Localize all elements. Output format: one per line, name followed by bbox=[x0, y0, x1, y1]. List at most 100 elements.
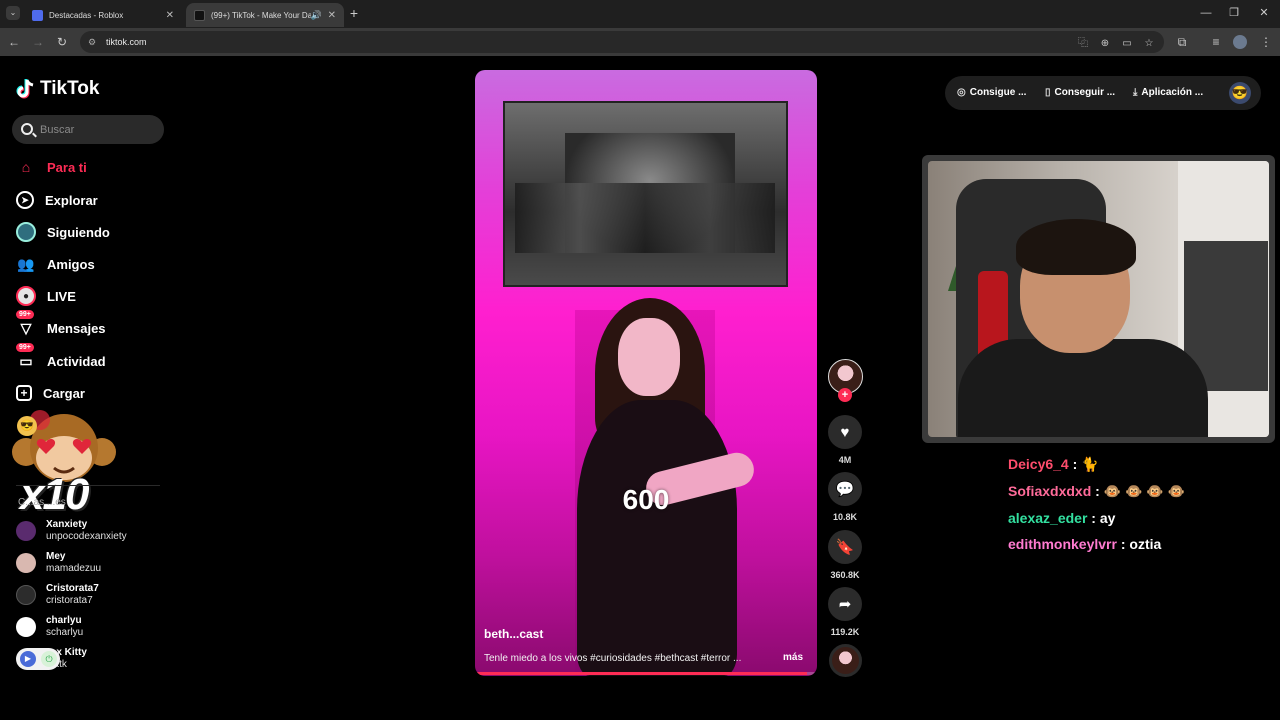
avatar bbox=[16, 585, 36, 605]
video-progress-fill bbox=[475, 672, 807, 675]
floating-widget[interactable]: ▶ ⏻ bbox=[16, 648, 60, 670]
chat-user: alexaz_eder bbox=[1008, 510, 1088, 526]
coin-icon: ◎ bbox=[957, 87, 966, 98]
music-disc-avatar[interactable] bbox=[829, 644, 862, 677]
sidebar-divider bbox=[16, 485, 160, 486]
save-button[interactable]: 🔖 bbox=[828, 530, 862, 564]
nav-label: LIVE bbox=[47, 288, 76, 304]
account-item[interactable]: Mey mamadezuu bbox=[16, 550, 101, 576]
back-icon[interactable]: ← bbox=[6, 34, 22, 50]
more-link[interactable]: más bbox=[783, 652, 803, 663]
like-button[interactable]: ♥ bbox=[828, 415, 862, 449]
chat-message: edithmonkeylvrr : oztia bbox=[1008, 536, 1162, 552]
plus-icon[interactable]: + bbox=[346, 4, 362, 22]
avatar bbox=[16, 617, 36, 637]
address-field[interactable]: ⚙ tiktok.com ⿻ ⊕ ▭ ☆ bbox=[80, 31, 1164, 53]
nav-actividad[interactable]: ▭ 99+ Actividad bbox=[16, 343, 106, 372]
webcam-overlay bbox=[922, 155, 1275, 443]
save-count: 360.8K bbox=[830, 570, 860, 580]
action-label: Aplicación ... bbox=[1141, 87, 1204, 98]
chat-user: Sofiaxdxdxd bbox=[1008, 483, 1092, 499]
nav-explorar[interactable]: ➤ Explorar bbox=[16, 189, 98, 211]
close-icon[interactable]: ✕ bbox=[1256, 5, 1272, 21]
person-face bbox=[618, 318, 680, 396]
tab-title: Destacadas - Roblox bbox=[49, 10, 124, 20]
forward-icon[interactable]: → bbox=[30, 34, 46, 50]
download-app-button[interactable]: ⤓ Aplicación ... bbox=[1133, 87, 1203, 98]
messages-icon: ▽ 99+ bbox=[16, 310, 36, 338]
share-icon: ➦ bbox=[838, 596, 852, 613]
tiktok-favicon-icon bbox=[194, 9, 205, 21]
video-progress-bar[interactable] bbox=[475, 672, 817, 675]
close-tab-icon[interactable]: ✕ bbox=[166, 10, 174, 21]
menu-icon[interactable]: ⋮ bbox=[1258, 34, 1274, 50]
account-handle: mamadezuu bbox=[46, 563, 102, 574]
download-icon: ⤓ bbox=[1133, 87, 1138, 98]
browser-tab-bar: ⌄ Destacadas - Roblox ✕ (99+) TikTok - M… bbox=[0, 0, 1280, 28]
share-button[interactable]: ➦ bbox=[828, 587, 862, 621]
tiktok-logo[interactable]: TikTok bbox=[16, 78, 99, 100]
nav-label: Actividad bbox=[47, 353, 106, 369]
nav-mensajes[interactable]: ▽ 99+ Mensajes bbox=[16, 310, 106, 339]
friends-icon: 👥 bbox=[17, 255, 35, 272]
bookmark-icon: 🔖 bbox=[835, 539, 855, 556]
profile-avatar[interactable]: 😎 bbox=[1229, 82, 1251, 104]
nav-cargar[interactable]: + Cargar bbox=[16, 382, 85, 404]
nav-amigos[interactable]: 👥 Amigos bbox=[16, 253, 95, 275]
nav-label: Explorar bbox=[45, 192, 98, 208]
cast-icon[interactable]: ▭ bbox=[1120, 37, 1134, 51]
speaker-icon[interactable]: 🔊 bbox=[311, 10, 322, 21]
get-coins-button[interactable]: ◎ Consigue ... bbox=[957, 87, 1026, 98]
close-tab-icon[interactable]: ✕ bbox=[328, 10, 336, 21]
nav-para-ti[interactable]: ⌂ Para ti bbox=[16, 156, 87, 178]
search-icon bbox=[21, 123, 33, 135]
video-player[interactable]: 600 beth...cast Tenle miedo a los vivos … bbox=[475, 70, 817, 676]
tab-search-button[interactable]: ⌄ bbox=[6, 6, 20, 20]
comment-icon: 💬 bbox=[835, 481, 855, 498]
account-item[interactable]: Cristorata7 cristorata7 bbox=[16, 582, 99, 608]
video-inset-photo bbox=[503, 101, 788, 287]
action-label: Consigue ... bbox=[969, 87, 1027, 98]
comment-button[interactable]: 💬 bbox=[828, 472, 862, 506]
notification-badge: 99+ bbox=[16, 343, 34, 352]
account-item[interactable]: charlyu scharlyu bbox=[16, 614, 83, 640]
upload-icon: + bbox=[16, 385, 32, 401]
power-icon: ⏻ bbox=[41, 651, 57, 667]
tab-tiktok[interactable]: (99+) TikTok - Make Your Da 🔊 ✕ bbox=[186, 3, 344, 27]
nav-siguiendo[interactable]: Siguiendo bbox=[16, 221, 110, 243]
video-description: Tenle miedo a los vivos #curiosidades #b… bbox=[484, 653, 742, 664]
avatar bbox=[16, 521, 36, 541]
restore-icon[interactable]: ❐ bbox=[1226, 5, 1242, 21]
nav-live[interactable]: ● LIVE bbox=[16, 285, 76, 307]
webcam-feed bbox=[928, 161, 1269, 437]
like-count: 4M bbox=[838, 455, 852, 465]
nav-label: Cargar bbox=[43, 385, 85, 401]
tab-title: (99+) TikTok - Make Your Da bbox=[211, 10, 311, 20]
translate-icon[interactable]: ⿻ bbox=[1076, 37, 1090, 51]
media-icon[interactable]: ≡ bbox=[1208, 34, 1224, 50]
follow-plus-icon[interactable]: + bbox=[838, 388, 852, 402]
minimize-icon[interactable]: — bbox=[1198, 5, 1214, 21]
site-info-icon[interactable]: ⚙ bbox=[88, 37, 98, 47]
video-counter-text: 600 bbox=[622, 484, 670, 515]
star-icon[interactable]: ☆ bbox=[1142, 37, 1156, 51]
extensions-icon[interactable]: ⧉ bbox=[1174, 34, 1190, 50]
notification-badge: 99+ bbox=[16, 310, 34, 319]
nav-label: Amigos bbox=[47, 256, 95, 272]
tiktok-note-icon bbox=[16, 79, 34, 99]
get-app-button[interactable]: ▯ Conseguir ... bbox=[1045, 87, 1115, 98]
share-count: 119.2K bbox=[830, 627, 860, 637]
video-author[interactable]: beth...cast bbox=[484, 627, 543, 641]
account-item[interactable]: Xanxiety unpocodexanxiety bbox=[16, 518, 127, 544]
search-input[interactable]: Buscar bbox=[12, 115, 164, 144]
account-handle: scharlyu bbox=[46, 627, 84, 638]
sunglasses-avatar-icon: 😎 bbox=[17, 416, 37, 436]
person-body bbox=[577, 400, 737, 676]
nav-label: Siguiendo bbox=[47, 224, 110, 240]
profile-icon[interactable] bbox=[1233, 35, 1247, 49]
zoom-icon[interactable]: ⊕ bbox=[1098, 37, 1112, 51]
tab-roblox[interactable]: Destacadas - Roblox ✕ bbox=[24, 3, 182, 27]
account-handle: unpocodexanxiety bbox=[46, 531, 127, 542]
reload-icon[interactable]: ↻ bbox=[54, 34, 70, 50]
nav-label: Para ti bbox=[47, 159, 87, 175]
